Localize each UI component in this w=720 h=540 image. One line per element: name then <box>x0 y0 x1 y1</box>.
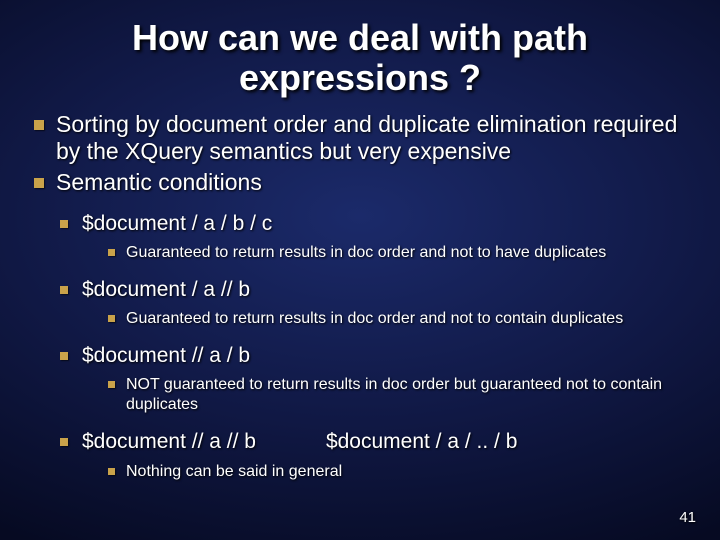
case-1-expr: $document / a / b / c <box>82 212 272 235</box>
case-3-note: NOT guaranteed to return results in doc … <box>104 375 692 415</box>
page-number: 41 <box>679 509 696 526</box>
slide-title: How can we deal with path expressions ? <box>28 18 692 97</box>
case-4-note: Nothing can be said in general <box>104 462 692 482</box>
case-2-expr: $document / a // b <box>82 278 250 301</box>
case-4-expr-a: $document // a // b <box>82 429 256 455</box>
case-3-expr: $document // a / b <box>82 344 250 367</box>
slide: How can we deal with path expressions ? … <box>0 0 720 540</box>
case-2-note: Guaranteed to return results in doc orde… <box>104 309 692 329</box>
bullet-sorting: Sorting by document order and duplicate … <box>28 111 692 165</box>
case-3: $document // a / b NOT guaranteed to ret… <box>56 343 692 415</box>
level2-list: $document / a / b / c Guaranteed to retu… <box>56 211 692 482</box>
case-4: $document // a // b $document / a / .. /… <box>56 429 692 481</box>
case-1-note: Guaranteed to return results in doc orde… <box>104 243 692 263</box>
case-4-expr-b: $document / a / .. / b <box>326 429 517 455</box>
bullet-semantic-conditions: Semantic conditions <box>28 169 692 196</box>
level1-list: Sorting by document order and duplicate … <box>28 111 692 196</box>
case-2: $document / a // b Guaranteed to return … <box>56 277 692 329</box>
case-1: $document / a / b / c Guaranteed to retu… <box>56 211 692 263</box>
